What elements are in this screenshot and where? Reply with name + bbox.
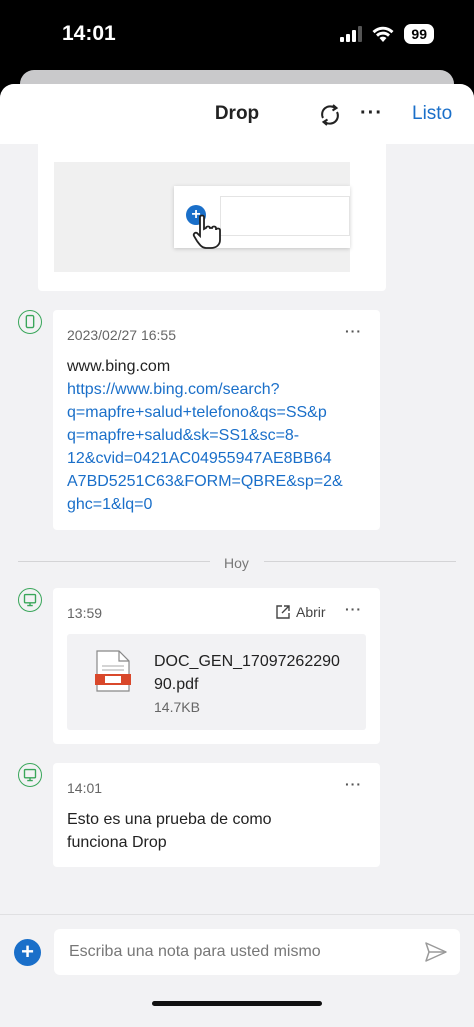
note-input[interactable] bbox=[54, 929, 460, 975]
date-divider: Hoy bbox=[224, 555, 249, 571]
link-line: q=mapfre+salud+telefono&qs=SS&p bbox=[67, 404, 327, 421]
file-name-line: DOC_GEN_17097262290 bbox=[154, 653, 340, 670]
status-bar: 14:01 99 bbox=[0, 0, 474, 72]
home-indicator bbox=[152, 1001, 322, 1006]
pointer-hand-icon bbox=[192, 214, 221, 249]
message-menu-button[interactable]: ··· bbox=[345, 776, 362, 792]
open-label: Abrir bbox=[296, 604, 326, 620]
file-message-card[interactable]: 13:59 Abrir ··· DOC_GEN_17097262290 90.p… bbox=[53, 588, 380, 744]
status-time: 14:01 bbox=[62, 22, 116, 45]
pc-icon bbox=[18, 588, 42, 612]
link-line: https://www.bing.com/search? bbox=[67, 381, 280, 398]
add-button[interactable]: + bbox=[14, 939, 41, 966]
image-card[interactable]: + bbox=[38, 144, 386, 291]
file-attachment[interactable]: DOC_GEN_17097262290 90.pdf 14.7KB bbox=[67, 634, 366, 730]
message-text: Esto es una prueba de como funciona Drop bbox=[67, 808, 272, 854]
file-size: 14.7KB bbox=[154, 699, 200, 715]
message-card[interactable]: 2023/02/27 16:55 ··· www.bing.com https:… bbox=[53, 310, 380, 530]
header: Drop ··· Listo bbox=[0, 84, 474, 144]
divider-line-right bbox=[264, 561, 456, 562]
message-text: www.bing.com bbox=[67, 358, 171, 375]
message-timestamp: 13:59 bbox=[67, 605, 103, 621]
status-icons: 99 bbox=[340, 24, 434, 44]
file-name: DOC_GEN_17097262290 90.pdf bbox=[154, 650, 340, 696]
preview-panel: + bbox=[174, 186, 350, 249]
composer-bar: + bbox=[0, 914, 474, 1027]
done-button[interactable]: Listo bbox=[412, 103, 452, 125]
message-text-line: funciona Drop bbox=[67, 834, 167, 851]
battery-indicator: 99 bbox=[404, 24, 434, 44]
image-preview: + bbox=[54, 162, 350, 272]
link-line: A7BD5251C63&FORM=QBRE&sp=2& bbox=[67, 473, 343, 490]
file-name-line: 90.pdf bbox=[154, 676, 199, 693]
add-icon: + bbox=[21, 939, 34, 964]
signal-icon bbox=[340, 26, 363, 42]
message-timestamp: 14:01 bbox=[67, 780, 103, 796]
more-icon[interactable]: ··· bbox=[360, 102, 383, 125]
preview-field bbox=[220, 196, 350, 236]
pc-icon bbox=[18, 763, 42, 787]
phone-icon bbox=[18, 310, 42, 334]
message-card[interactable]: 14:01 ··· Esto es una prueba de como fun… bbox=[53, 763, 380, 867]
link-line: ghc=1&lq=0 bbox=[67, 496, 153, 513]
open-button[interactable]: Abrir bbox=[275, 604, 326, 620]
drop-sheet: Drop ··· Listo + 2023/02/27 16:55 ··· ww… bbox=[0, 84, 474, 1027]
sync-icon[interactable] bbox=[316, 101, 344, 129]
message-text-line: Esto es una prueba de como bbox=[67, 811, 272, 828]
send-icon[interactable] bbox=[424, 940, 448, 964]
message-link[interactable]: https://www.bing.com/search? q=mapfre+sa… bbox=[67, 378, 343, 516]
link-line: 12&cvid=0421AC04955947AE8BB64 bbox=[67, 450, 332, 467]
page-title: Drop bbox=[214, 103, 260, 124]
wifi-icon bbox=[372, 26, 394, 42]
message-timestamp: 2023/02/27 16:55 bbox=[67, 327, 176, 343]
message-menu-button[interactable]: ··· bbox=[345, 601, 362, 617]
divider-line-left bbox=[18, 561, 210, 562]
pdf-file-icon bbox=[95, 650, 131, 692]
message-menu-button[interactable]: ··· bbox=[345, 323, 362, 339]
link-line: q=mapfre+salud&sk=SS1&sc=8- bbox=[67, 427, 300, 444]
open-external-icon bbox=[276, 605, 290, 619]
